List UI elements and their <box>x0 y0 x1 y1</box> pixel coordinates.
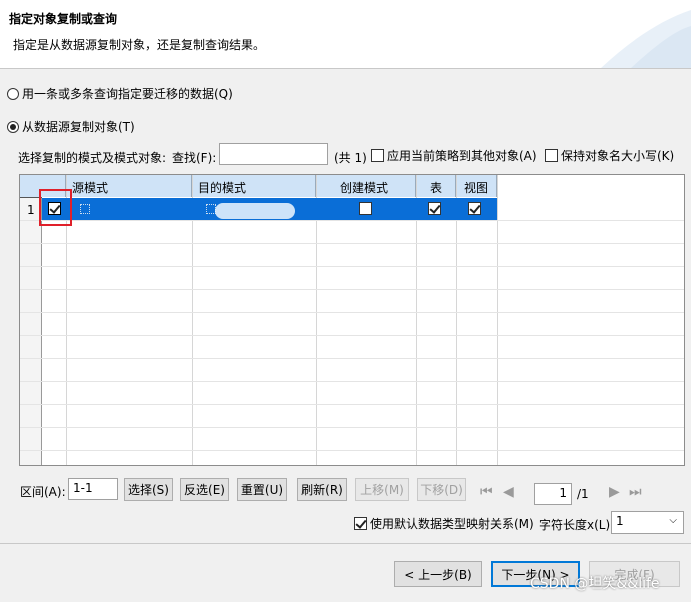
target-schema-header[interactable]: 目的模式 <box>192 175 316 197</box>
footer-divider <box>0 543 691 544</box>
row-number: 1 <box>27 203 35 217</box>
radio-selected-icon <box>7 120 19 133</box>
range-input[interactable]: 1-1 <box>68 478 118 500</box>
move-down-button[interactable]: 下移(D) <box>417 478 466 501</box>
checkbox-checked-icon <box>354 517 367 530</box>
char-length-label: 字符长度x(L): <box>539 518 615 532</box>
count-label: (共 1) <box>334 151 367 165</box>
select-button[interactable]: 选择(S) <box>124 478 173 501</box>
header-decoration-icon <box>601 10 691 68</box>
apply-policy-checkbox[interactable]: 应用当前策略到其他对象(A) <box>371 147 537 164</box>
query-option-radio[interactable]: 用一条或多条查询指定要迁移的数据(Q) <box>7 85 233 102</box>
find-input[interactable] <box>219 143 328 165</box>
page-subtitle: 指定是从数据源复制对象，还是复制查询结果。 <box>13 38 266 52</box>
page-total: /1 <box>577 487 589 501</box>
last-page-icon[interactable]: ⏭ <box>629 484 642 500</box>
table-column-header[interactable]: 表 <box>416 175 456 197</box>
next-page-icon[interactable]: ▶ <box>609 484 620 500</box>
copy-option-label: 从数据源复制对象(T) <box>22 120 135 134</box>
find-label: 查找(F): <box>172 151 217 165</box>
wizard-header: 指定对象复制或查询 指定是从数据源复制对象，还是复制查询结果。 <box>0 0 691 69</box>
redaction-blur <box>215 203 295 219</box>
reset-button[interactable]: 重置(U) <box>237 478 287 501</box>
char-length-value: 1 <box>616 514 624 528</box>
view-checkbox[interactable] <box>468 202 481 215</box>
schema-table[interactable]: 1 源模式 目的模式 创建模式 表 视图 <box>19 174 685 466</box>
keep-case-checkbox[interactable]: 保持对象名大小写(K) <box>545 147 674 164</box>
checkbox-icon <box>545 149 558 162</box>
query-option-label: 用一条或多条查询指定要迁移的数据(Q) <box>22 87 233 101</box>
source-schema-icon <box>80 204 90 214</box>
refresh-button[interactable]: 刷新(R) <box>297 478 347 501</box>
table-header: 源模式 目的模式 创建模式 表 视图 <box>20 175 497 197</box>
apply-policy-label: 应用当前策略到其他对象(A) <box>387 149 537 163</box>
select-schema-label: 选择复制的模式及模式对象: <box>18 151 167 165</box>
radio-icon <box>7 87 19 100</box>
create-schema-header[interactable]: 创建模式 <box>316 175 416 197</box>
default-mapping-checkbox[interactable]: 使用默认数据类型映射关系(M) <box>354 515 534 532</box>
keep-case-label: 保持对象名大小写(K) <box>561 149 675 163</box>
invert-button[interactable]: 反选(E) <box>180 478 229 501</box>
highlight-box <box>39 189 72 226</box>
page-input[interactable]: 1 <box>534 483 572 505</box>
prev-page-icon[interactable]: ◀ <box>503 484 514 500</box>
view-column-header[interactable]: 视图 <box>456 175 497 197</box>
chevron-down-icon: ⌵ <box>669 515 677 526</box>
move-up-button[interactable]: 上移(M) <box>355 478 409 501</box>
char-length-select[interactable]: 1 ⌵ <box>611 511 684 534</box>
page-title: 指定对象复制或查询 <box>9 12 118 26</box>
table-checkbox[interactable] <box>428 202 441 215</box>
checkbox-icon <box>371 149 384 162</box>
source-schema-header[interactable]: 源模式 <box>66 175 192 197</box>
default-mapping-label: 使用默认数据类型映射关系(M) <box>370 517 534 531</box>
create-schema-checkbox[interactable] <box>359 202 372 215</box>
prev-button[interactable]: < 上一步(B) <box>394 561 482 587</box>
watermark: CSDN @坦笑&&life <box>530 576 660 592</box>
first-page-icon[interactable]: ⏮ <box>480 484 493 500</box>
copy-option-radio[interactable]: 从数据源复制对象(T) <box>7 118 135 135</box>
range-label: 区间(A): <box>20 485 66 499</box>
